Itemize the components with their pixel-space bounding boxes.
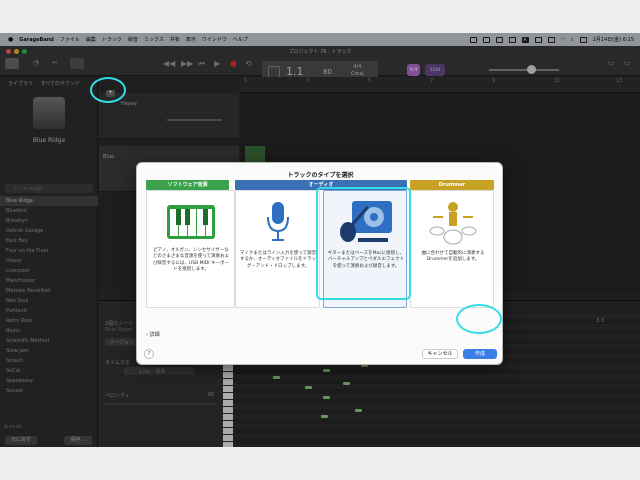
drummer-description: 曲に合わせて自動的に演奏するDrummerを追加します。 bbox=[421, 251, 485, 263]
microphone-icon bbox=[267, 202, 289, 241]
software-instrument-card[interactable]: ピアノ、オルガン、シンセサイザーなどのさまざまな音源を使って演奏および録音するに… bbox=[146, 190, 235, 308]
audio-microphone-card[interactable]: マイクまたはライン入力を使って録音するか、オーディオファイルをドラッグ・アンド・… bbox=[235, 190, 320, 308]
highlight-ring-guitar-card bbox=[316, 187, 411, 300]
create-button[interactable]: 作成 bbox=[463, 349, 497, 359]
details-label: 詳細 bbox=[149, 332, 160, 338]
cancel-button[interactable]: キャンセル bbox=[422, 349, 458, 359]
software-instrument-description: ピアノ、オルガン、シンセサイザーなどのさまざまな音源を使って演奏および録音するに… bbox=[152, 248, 230, 273]
drummer-icon bbox=[429, 202, 477, 245]
piano-keyboard-icon bbox=[167, 205, 215, 239]
mac-screen: ● GarageBand ファイル 編集 トラック 録音 ミックス 共有 表示 … bbox=[0, 33, 640, 447]
screenshot: ● GarageBand ファイル 編集 トラック 録音 ミックス 共有 表示 … bbox=[0, 0, 640, 480]
help-button[interactable]: ? bbox=[144, 349, 154, 359]
audio-microphone-description: マイクまたはライン入力を使って録音するか、オーディオファイルをドラッグ・アンド・… bbox=[239, 251, 317, 269]
add-track-button[interactable]: + bbox=[106, 90, 115, 97]
category-software-instrument: ソフトウェア音源 bbox=[146, 180, 229, 190]
details-disclosure[interactable]: › 詳細 bbox=[146, 331, 160, 338]
highlight-ring-create-button bbox=[456, 304, 502, 334]
category-drummer: Drummer bbox=[410, 180, 494, 190]
drummer-card[interactable]: 曲に合わせて自動的に演奏するDrummerを追加します。 bbox=[410, 190, 494, 308]
dialog-title: トラックのタイプを選択 bbox=[287, 172, 354, 179]
